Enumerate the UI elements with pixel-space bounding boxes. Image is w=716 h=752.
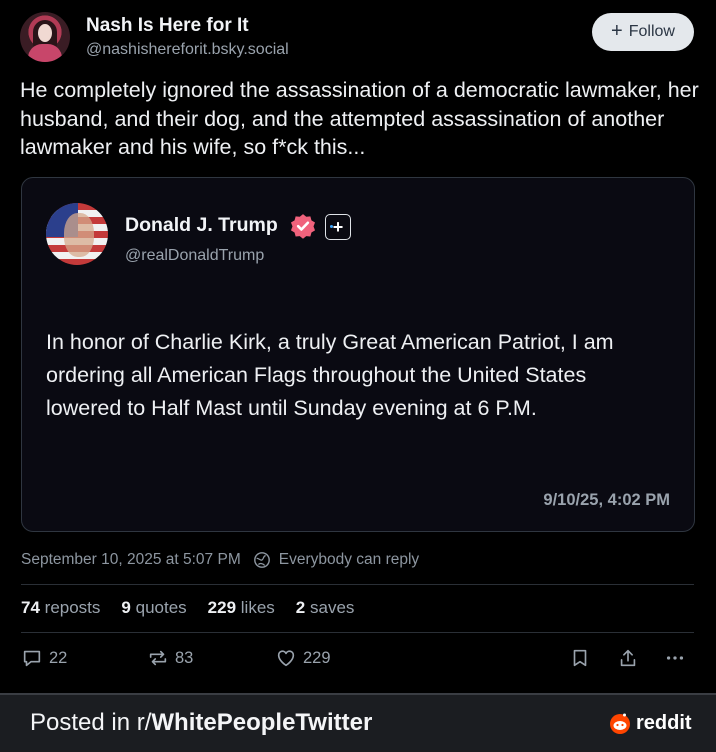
- divider: [21, 632, 694, 633]
- reddit-wordmark: reddit: [636, 711, 692, 734]
- reddit-footer: Posted in r/WhitePeopleTwitter reddit: [0, 693, 716, 752]
- plus-icon: +: [611, 20, 623, 42]
- reddit-snoo-icon: [610, 713, 630, 734]
- author-avatar[interactable]: [20, 12, 70, 62]
- posted-in-label: Posted in r/WhitePeopleTwitter: [30, 709, 373, 736]
- like-button[interactable]: 229: [275, 647, 331, 669]
- share-button[interactable]: [617, 647, 639, 669]
- post: Nash Is Here for It @nashishereforit.bsk…: [0, 0, 716, 693]
- action-bar: 22 83 229: [0, 647, 716, 677]
- stat-reposts[interactable]: 74 reposts: [21, 598, 100, 618]
- stat-likes[interactable]: 229 likes: [208, 598, 275, 618]
- share-icon: [620, 649, 636, 667]
- post-meta: September 10, 2025 at 5:07 PM Everybody …: [21, 551, 419, 569]
- quoted-author-avatar[interactable]: [46, 203, 108, 265]
- globe-icon: [253, 552, 270, 568]
- repost-button[interactable]: 83: [147, 647, 193, 669]
- stat-quotes[interactable]: 9 quotes: [121, 598, 186, 618]
- truth-plus-icon: +: [325, 214, 351, 240]
- reply-setting[interactable]: Everybody can reply: [279, 551, 419, 569]
- stat-saves[interactable]: 2 saves: [296, 598, 355, 618]
- repost-count: 83: [175, 648, 194, 667]
- bookmark-button[interactable]: [569, 647, 591, 669]
- subreddit-name[interactable]: WhitePeopleTwitter: [151, 709, 372, 736]
- heart-icon: [277, 650, 295, 667]
- ellipsis-icon: [666, 656, 684, 660]
- quoted-post-card[interactable]: Donald J. Trump + @realDonaldTrump In ho…: [21, 177, 695, 532]
- reply-icon: [23, 650, 41, 667]
- author-display-name[interactable]: Nash Is Here for It: [86, 15, 249, 37]
- post-date: September 10, 2025 at 5:07 PM: [21, 551, 241, 568]
- follow-button[interactable]: + Follow: [592, 13, 694, 51]
- reddit-logo: reddit: [608, 711, 692, 735]
- quoted-post-text: In honor of Charlie Kirk, a truly Great …: [46, 330, 614, 420]
- post-stats: 74 reposts 9 quotes 229 likes 2 saves: [21, 598, 354, 618]
- author-handle[interactable]: @nashishereforit.bsky.social: [86, 41, 289, 59]
- quoted-post-timestamp: 9/10/25, 4:02 PM: [543, 491, 670, 509]
- repost-icon: [149, 650, 167, 666]
- more-options-button[interactable]: [664, 647, 686, 669]
- follow-button-label: Follow: [628, 23, 675, 40]
- divider: [21, 584, 694, 585]
- quoted-author-handle[interactable]: @realDonaldTrump: [125, 247, 264, 265]
- verified-badge-icon: [290, 214, 316, 239]
- quoted-author-name[interactable]: Donald J. Trump: [125, 214, 278, 237]
- reply-button[interactable]: 22: [21, 647, 67, 669]
- reply-count: 22: [49, 648, 68, 667]
- post-text: He completely ignored the assassination …: [20, 78, 699, 159]
- bookmark-icon: [573, 649, 587, 667]
- like-count: 229: [303, 648, 331, 667]
